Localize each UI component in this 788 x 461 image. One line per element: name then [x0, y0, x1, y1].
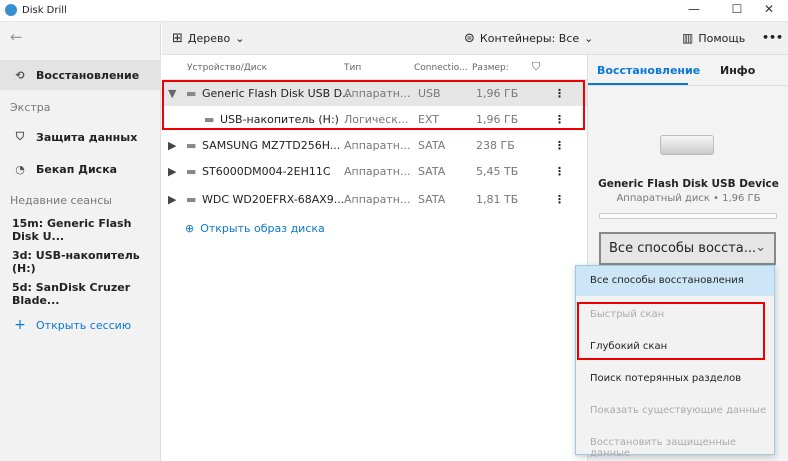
open-image-label: Открыть образ диска	[200, 222, 325, 235]
column-connection[interactable]: Connectio...	[414, 63, 468, 73]
row-menu-icon[interactable]: ⋮	[554, 139, 565, 152]
expand-triangle-icon[interactable]: ▶	[168, 165, 176, 178]
section-label: Недавние сеансы	[10, 193, 112, 207]
disk-icon: ▬	[186, 138, 197, 152]
menu-item-all-methods[interactable]: Все способы восстановления	[590, 275, 744, 286]
sidebar-item-label: Защита данных	[36, 130, 138, 144]
device-connection: SATA	[418, 138, 446, 152]
sidebar-item-recovery[interactable]: ⟲ Восстановление	[0, 60, 161, 90]
book-icon: ▥	[682, 31, 694, 45]
selected-device-name: Generic Flash Disk USB Device	[598, 178, 779, 190]
device-connection: SATA	[418, 192, 446, 206]
tab-divider	[588, 85, 788, 86]
plus-icon: +	[14, 317, 26, 333]
session-label: 15m: Generic Flash Disk U...	[12, 217, 132, 243]
row-menu-icon[interactable]: ⋮	[554, 165, 565, 178]
disk-drive-icon	[660, 135, 714, 155]
expand-triangle-icon[interactable]: ▶	[168, 139, 176, 152]
sidebar-item-label: Бекап Диска	[36, 162, 118, 176]
highlight-box	[577, 302, 765, 360]
sidebar-section-extra: Экстра	[0, 92, 161, 122]
help-label: Помощь	[698, 31, 746, 45]
section-label: Экстра	[10, 100, 51, 114]
app-logo-icon	[5, 4, 17, 16]
view-label: Дерево	[187, 32, 231, 45]
recent-session-item[interactable]: 15m: Generic Flash Disk U...	[0, 215, 161, 245]
chevron-down-icon: ⌄	[235, 32, 245, 45]
close-button[interactable]: ✕	[754, 2, 784, 20]
open-session-label: Открыть сессию	[36, 318, 132, 332]
device-size: 238 ГБ	[476, 138, 515, 152]
dropdown-value: Все способы восста...	[609, 241, 757, 256]
device-size: 5,45 ТБ	[476, 164, 519, 178]
menu-item-lost-partitions[interactable]: Поиск потерянных разделов	[590, 373, 741, 384]
tab-recovery[interactable]: Восстановление	[597, 64, 700, 77]
more-menu-button[interactable]: •••	[762, 31, 783, 44]
device-type: Аппаратн...	[344, 138, 411, 152]
back-arrow-icon[interactable]: ←	[10, 28, 23, 46]
maximize-button[interactable]: ☐	[722, 2, 752, 20]
recent-session-item[interactable]: 3d: USB-накопитель (H:)	[0, 247, 161, 277]
table-row[interactable]: ▶ ▬ WDC WD20EFRX-68AX9... Аппаратн... SA…	[162, 186, 587, 212]
disk-image-icon: ⊕	[185, 222, 195, 235]
row-menu-icon[interactable]: ⋮	[554, 193, 565, 206]
minimize-button[interactable]: —	[679, 2, 709, 20]
help-button[interactable]: ▥ Помощь	[682, 31, 745, 45]
backup-icon: ◔	[15, 162, 25, 176]
toolbar: ⊞ Дерево ⌄ ⊜ Контейнеры: Все ⌄ ▥ Помощь •••	[162, 22, 788, 55]
chevron-down-icon: ⌄	[755, 240, 766, 255]
chevron-down-icon: ⌄	[584, 32, 594, 45]
recovery-method-dropdown[interactable]: Все способы восста... ⌄	[599, 232, 776, 265]
device-name: WDC WD20EFRX-68AX9...	[202, 192, 345, 206]
tree-icon: ⊞	[172, 31, 183, 46]
expand-triangle-icon[interactable]: ▶	[168, 193, 176, 206]
device-name: SAMSUNG MZ7TD256H...	[202, 138, 341, 152]
recovery-method-menu: Все способы восстановления Быстрый скан …	[575, 265, 775, 459]
sidebar-item-disk-backup[interactable]: ◔ Бекап Диска	[0, 154, 161, 184]
protection-shield-icon: ⛉	[532, 60, 541, 73]
view-tree-dropdown[interactable]: ⊞ Дерево ⌄	[172, 31, 244, 46]
containers-filter[interactable]: ⊜ Контейнеры: Все ⌄	[464, 31, 593, 46]
sidebar: ← ⟲ Восстановление Экстра ⛉ Защита данных …	[0, 22, 161, 461]
column-type[interactable]: Тип	[344, 63, 361, 73]
column-size[interactable]: Размер:	[472, 63, 509, 73]
highlight-box	[162, 80, 585, 130]
device-size: 1,81 ТБ	[476, 192, 519, 206]
device-type: Аппаратн...	[344, 192, 411, 206]
sidebar-item-data-protection[interactable]: ⛉ Защита данных	[0, 122, 161, 152]
shield-icon: ⛉	[15, 130, 25, 143]
filter-icon: ⊜	[464, 31, 475, 46]
disk-usage-bar	[599, 213, 777, 219]
table-row[interactable]: ▶ ▬ ST6000DM004-2EH11C Аппаратн... SATA …	[162, 158, 587, 184]
recent-session-item[interactable]: 5d: SanDisk Cruzer Blade...	[0, 279, 161, 309]
window-title: Disk Drill	[22, 5, 67, 16]
column-device[interactable]: Устройство/Диск	[187, 63, 267, 73]
device-type: Аппаратн...	[344, 164, 411, 178]
disk-icon: ▬	[186, 164, 197, 178]
device-name: ST6000DM004-2EH11C	[202, 164, 331, 178]
table-row[interactable]: ▶ ▬ SAMSUNG MZ7TD256H... Аппаратн... SAT…	[162, 132, 587, 158]
title-bar: Disk Drill — ☐ ✕	[0, 0, 788, 22]
device-connection: SATA	[418, 164, 446, 178]
menu-item-recover-protected: Восстановить защищенные данные	[590, 437, 736, 459]
menu-item-show-existing: Показать существующие данные	[590, 405, 767, 416]
table-header: Устройство/Диск Тип Connectio... Размер:…	[162, 55, 587, 80]
sidebar-section-recent: Недавние сеансы	[0, 185, 161, 215]
selected-device-info: Аппаратный диск • 1,96 ГБ	[616, 193, 761, 204]
open-disk-image-link[interactable]: ⊕ Открыть образ диска	[185, 222, 325, 235]
containers-label: Контейнеры: Все	[479, 32, 580, 45]
open-session-button[interactable]: + Открыть сессию	[0, 310, 161, 340]
recovery-icon: ⟲	[15, 68, 25, 82]
session-label: 5d: SanDisk Cruzer Blade...	[12, 281, 131, 307]
sidebar-item-label: Восстановление	[36, 68, 140, 82]
disk-icon: ▬	[186, 192, 197, 206]
tab-info[interactable]: Инфо	[720, 64, 755, 77]
session-label: 3d: USB-накопитель (H:)	[12, 249, 140, 275]
